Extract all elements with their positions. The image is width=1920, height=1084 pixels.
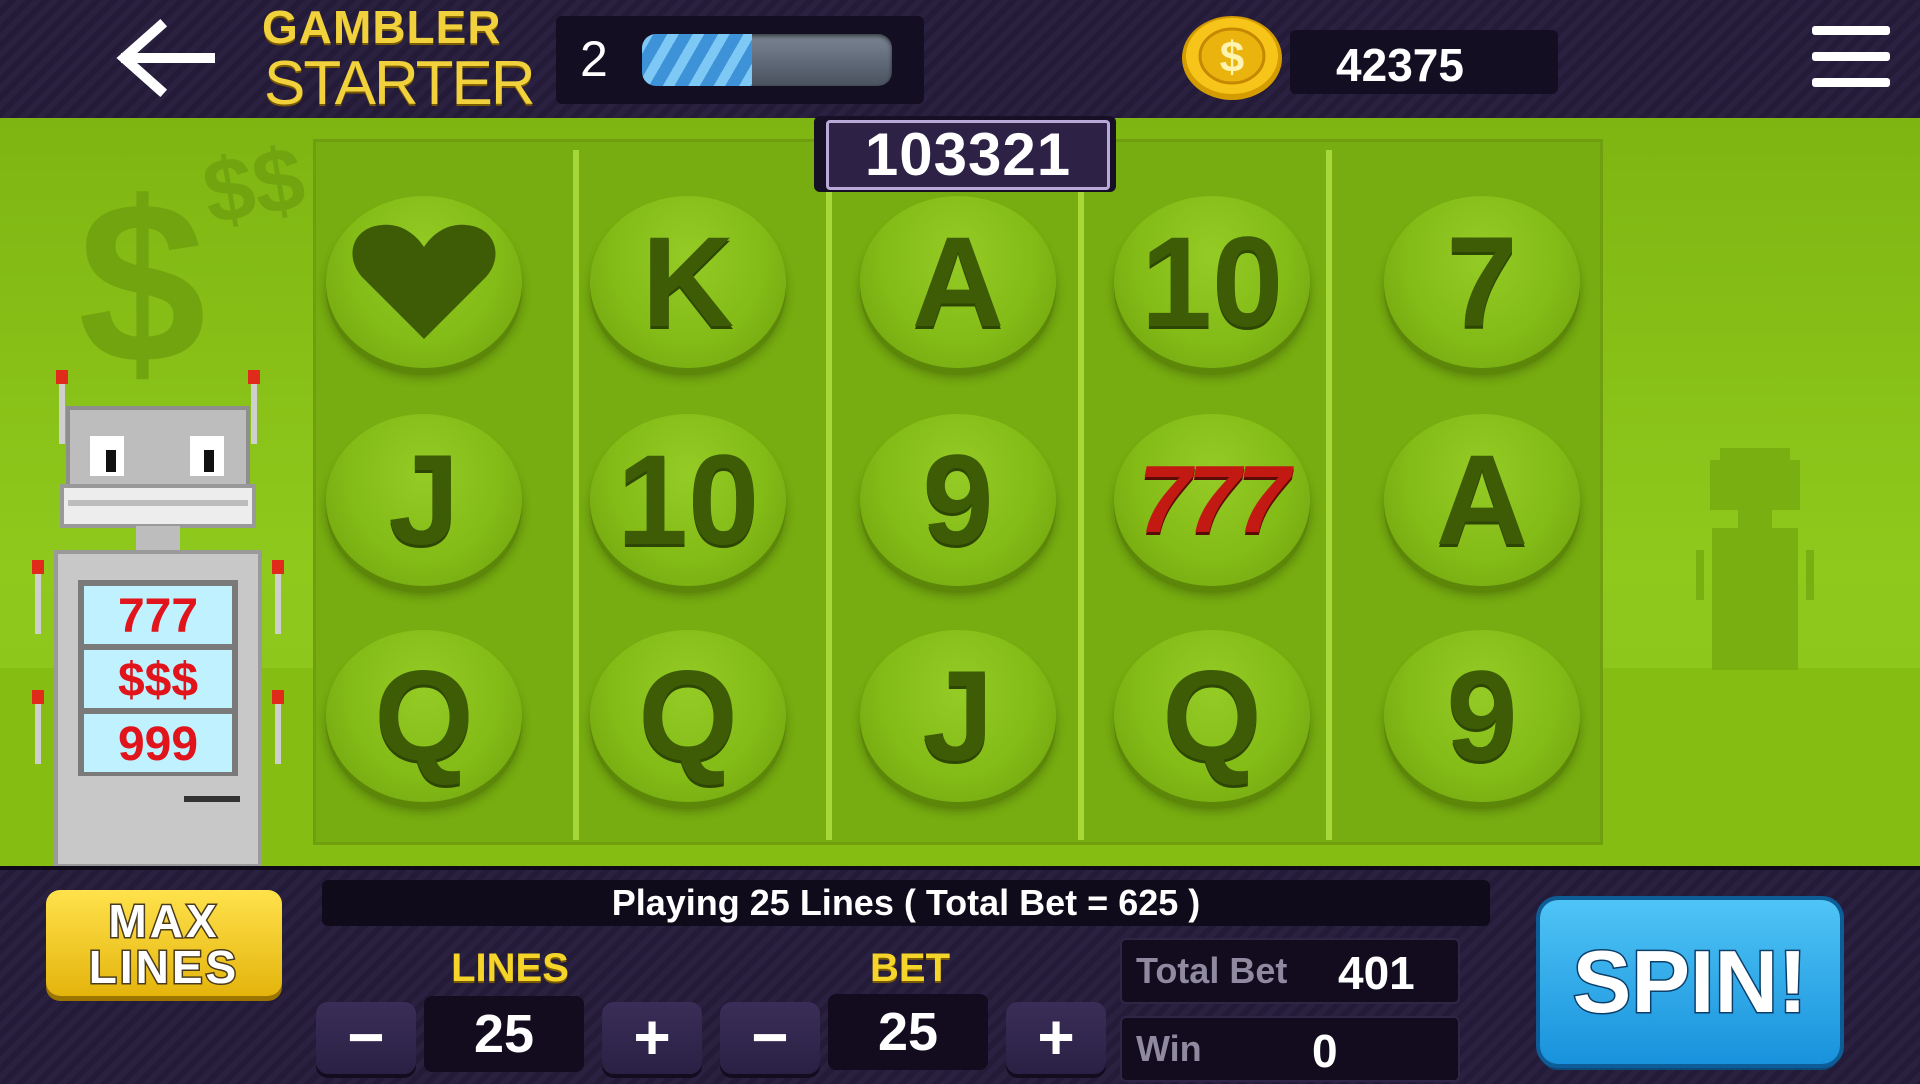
bet-value: 25 bbox=[828, 994, 988, 1070]
win-label: Win bbox=[1136, 1028, 1202, 1069]
reel-symbol: Q bbox=[590, 630, 786, 802]
bet-decrease-button[interactable]: − bbox=[720, 1002, 820, 1074]
dollar-coin-icon: $ bbox=[1182, 16, 1282, 100]
robot-slot-machine-icon: 777 $$$ 999 bbox=[32, 370, 284, 866]
max-lines-button[interactable]: MAX LINES bbox=[46, 890, 282, 996]
reel-symbol: J bbox=[326, 414, 522, 586]
lines-value: 25 bbox=[424, 996, 584, 1072]
arrow-left-icon[interactable] bbox=[110, 18, 220, 98]
bet-increase-button[interactable]: + bbox=[1006, 1002, 1106, 1074]
machine-reel-label: 777 bbox=[118, 590, 198, 643]
machine-reel-label: 999 bbox=[118, 718, 198, 771]
level-number: 2 bbox=[580, 31, 608, 87]
reel-symbol-heart bbox=[326, 196, 522, 368]
reel-symbol: Q bbox=[1114, 630, 1310, 802]
spin-button[interactable]: SPIN! bbox=[1540, 900, 1840, 1064]
coin-balance: 42375 bbox=[1336, 39, 1464, 91]
machine-reel-label: $$$ bbox=[118, 654, 198, 707]
reel-symbol-seven: 777 bbox=[1114, 414, 1310, 586]
max-lines-label-bottom: LINES bbox=[87, 940, 240, 995]
reel-symbol: 9 bbox=[1384, 630, 1580, 802]
lines-decrease-button[interactable]: − bbox=[316, 1002, 416, 1074]
logo-title-bottom: STARTER bbox=[264, 49, 536, 118]
reel-symbol: K bbox=[590, 196, 786, 368]
total-bet-value: 401 bbox=[1338, 947, 1415, 999]
win-panel: Win 0 bbox=[1120, 1016, 1460, 1082]
reel-symbol: A bbox=[1384, 414, 1580, 586]
total-bet-label: Total Bet bbox=[1136, 950, 1288, 991]
logo-title-top: GAMBLER bbox=[262, 1, 502, 53]
heart-icon bbox=[352, 224, 496, 339]
jackpot-value: 103321 bbox=[826, 120, 1110, 190]
xp-progress-fill bbox=[642, 34, 752, 86]
svg-text:$: $ bbox=[1220, 33, 1244, 82]
reel-symbol: A bbox=[860, 196, 1056, 368]
status-message: Playing 25 Lines ( Total Bet = 625 ) bbox=[322, 880, 1490, 926]
xp-progress-bar bbox=[642, 34, 892, 86]
background-dollar-icon: $$ bbox=[195, 128, 312, 244]
reel-separator bbox=[826, 150, 832, 840]
reel-symbol: 7 bbox=[1384, 196, 1580, 368]
win-value: 0 bbox=[1312, 1025, 1338, 1077]
reel-symbol: J bbox=[860, 630, 1056, 802]
lines-label: LINES bbox=[451, 946, 569, 990]
hamburger-menu-icon[interactable] bbox=[1808, 22, 1894, 94]
reel-separator bbox=[1326, 150, 1332, 840]
total-bet-panel: Total Bet 401 bbox=[1120, 938, 1460, 1004]
reel-separator bbox=[1078, 150, 1084, 840]
lines-increase-button[interactable]: + bbox=[602, 1002, 702, 1074]
background-robot-silhouette-icon bbox=[1696, 448, 1814, 670]
bet-label: BET bbox=[870, 946, 950, 990]
reel-symbol: 10 bbox=[1114, 196, 1310, 368]
reel-symbol: 9 bbox=[860, 414, 1056, 586]
reel-symbol: Q bbox=[326, 630, 522, 802]
reel-symbol: 10 bbox=[590, 414, 786, 586]
reel-separator bbox=[573, 150, 579, 840]
